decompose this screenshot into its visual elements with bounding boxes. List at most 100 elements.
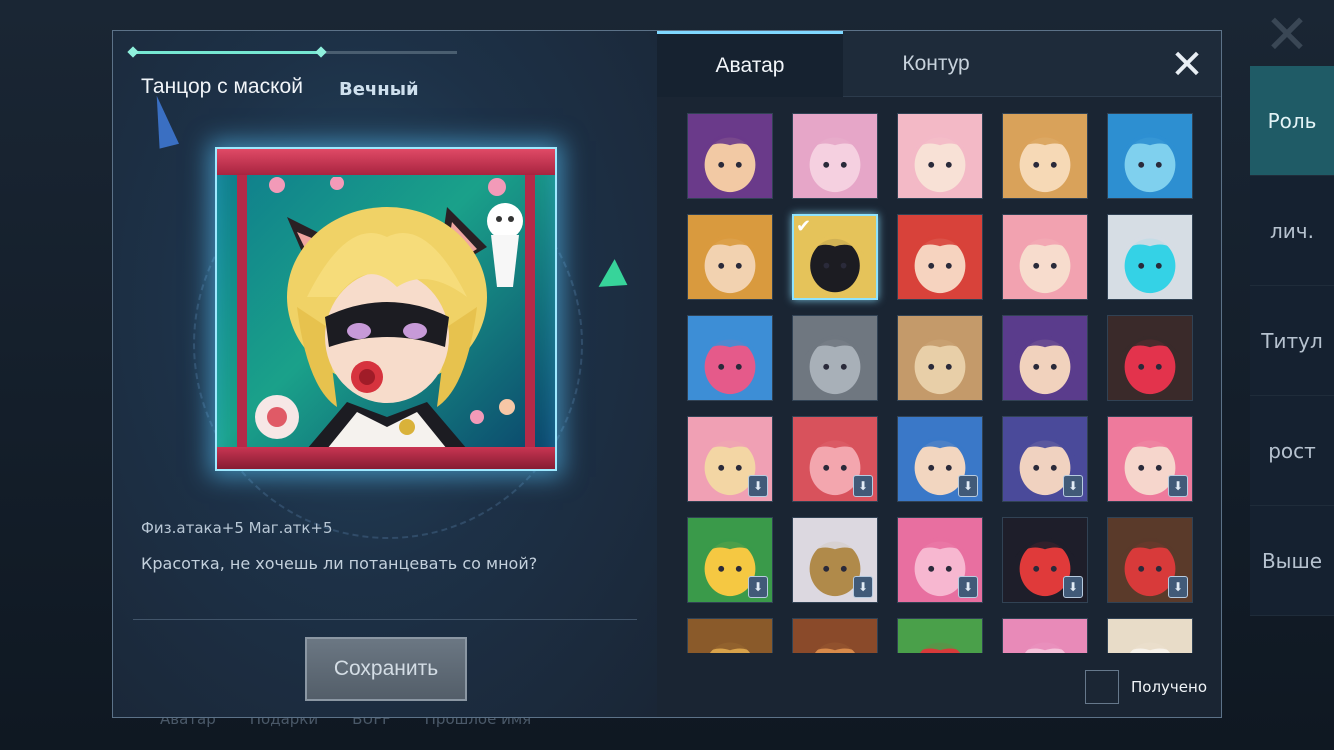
lock-icon: ⬇ xyxy=(1168,576,1188,598)
avatar-cell-pink-hair-girl[interactable] xyxy=(897,113,983,199)
avatar-cell-cat-donut[interactable]: ⬇ xyxy=(687,416,773,502)
avatar-preview-frame xyxy=(215,147,557,471)
avatar-cell-green-dino-bow[interactable] xyxy=(897,618,983,653)
avatar-cell-christmas-tree[interactable]: ⬇ xyxy=(687,517,773,603)
avatar-portrait xyxy=(898,619,982,653)
side-tab-title[interactable]: Титул xyxy=(1250,286,1334,396)
avatar-portrait xyxy=(1003,619,1087,653)
avatar-cell-crane-hair-girl[interactable]: ⬇ xyxy=(1002,517,1088,603)
avatar-portrait xyxy=(1108,114,1192,198)
side-tab-growth[interactable]: рост xyxy=(1250,396,1334,506)
masked-dancer-portrait xyxy=(255,177,523,449)
obtained-label: Получено xyxy=(1131,678,1207,696)
side-tab-label: Титул xyxy=(1261,328,1323,353)
save-button[interactable]: Сохранить xyxy=(305,637,467,701)
progress-fill xyxy=(131,51,321,54)
avatar-cell-blue-hood-girl[interactable] xyxy=(1107,113,1193,199)
avatar-portrait xyxy=(688,619,772,653)
avatar-portrait xyxy=(1003,114,1087,198)
obtained-filter: Получено xyxy=(1085,669,1207,705)
avatar-portrait xyxy=(898,215,982,299)
decor-triangle-blue xyxy=(147,93,179,149)
avatar-cell-white-hair-cyber[interactable] xyxy=(1107,214,1193,300)
tab-avatar[interactable]: Аватар xyxy=(657,31,843,97)
lock-icon: ⬇ xyxy=(748,576,768,598)
avatar-cell-indigo-hair-boy[interactable]: ⬇ xyxy=(1002,416,1088,502)
avatar-cell-red-hair-boy[interactable] xyxy=(897,214,983,300)
lock-icon: ⬇ xyxy=(853,475,873,497)
frame-base xyxy=(217,447,555,469)
skin-stats: Физ.атака+5 Маг.атк+5 xyxy=(141,519,333,537)
right-side-nav: Роль лич. Титул рост Выше xyxy=(1250,66,1334,626)
progress-line xyxy=(127,46,457,58)
lock-icon: ⬇ xyxy=(958,475,978,497)
avatar-cell-dark-hair-flower-girl[interactable] xyxy=(1107,315,1193,401)
avatar-cell-white-wolf-boy[interactable]: ⬇ xyxy=(792,517,878,603)
avatar-portrait xyxy=(898,114,982,198)
preview-panel: Танцор с маской Вечный Физ.атака+5 Маг.а… xyxy=(113,31,657,717)
lock-icon: ⬇ xyxy=(1063,576,1083,598)
avatar-cell-blonde-girl[interactable] xyxy=(1002,113,1088,199)
frame-roof xyxy=(217,149,555,175)
avatar-cell-blue-hair-visor-girl[interactable] xyxy=(687,315,773,401)
avatar-portrait xyxy=(1003,316,1087,400)
skin-name: Танцор с маской xyxy=(141,75,303,98)
lock-icon: ⬇ xyxy=(1063,475,1083,497)
tab-outline[interactable]: Контур xyxy=(843,31,1029,97)
avatar-cell-masked-dancer[interactable]: ✔ xyxy=(792,214,878,300)
avatar-portrait xyxy=(1108,316,1192,400)
progress-dot-start xyxy=(127,46,139,58)
decor-triangle-green xyxy=(598,259,636,299)
avatar-portrait xyxy=(793,316,877,400)
close-icon[interactable]: ✕ xyxy=(1167,45,1207,85)
side-tab-label: лич. xyxy=(1270,218,1314,243)
avatar-cell-purple-hair-boy[interactable] xyxy=(1002,315,1088,401)
avatar-modal: Танцор с маской Вечный Физ.атака+5 Маг.а… xyxy=(112,30,1222,718)
tabs-bar: Аватар Контур ✕ xyxy=(657,31,1221,97)
avatar-portrait xyxy=(898,316,982,400)
lock-icon: ⬇ xyxy=(1168,475,1188,497)
avatar-cell-duck-hat-boy[interactable] xyxy=(687,214,773,300)
avatar-cell-wolf-hat-2[interactable] xyxy=(792,618,878,653)
background-close-icon: ✕ xyxy=(1264,3,1310,66)
lock-icon: ⬇ xyxy=(958,576,978,598)
avatar-cell-blue-cat-boy[interactable]: ⬇ xyxy=(897,416,983,502)
divider xyxy=(133,619,637,620)
frame-post-left xyxy=(237,175,247,453)
side-tab-label: Роль xyxy=(1267,108,1317,133)
avatar-cell-pink-hair-sleep-girl[interactable]: ⬇ xyxy=(1107,416,1193,502)
avatar-portrait xyxy=(793,114,877,198)
side-tab-personal[interactable]: лич. xyxy=(1250,176,1334,286)
selected-check-icon: ✔ xyxy=(796,216,812,237)
side-tab-label: Выше xyxy=(1261,548,1323,573)
avatar-cell-taiyaki-fish[interactable]: ⬇ xyxy=(792,416,878,502)
avatar-cell-tan-bear[interactable] xyxy=(897,315,983,401)
lock-icon: ⬇ xyxy=(748,475,768,497)
avatar-cell-pink-blob[interactable] xyxy=(1002,618,1088,653)
side-tab-label: рост xyxy=(1268,438,1316,463)
side-tab-higher[interactable]: Выше xyxy=(1250,506,1334,616)
avatar-cell-pink-dino[interactable]: ⬇ xyxy=(897,517,983,603)
obtained-checkbox[interactable] xyxy=(1085,670,1119,704)
avatar-grid: ✔ ⬇ ⬇ ⬇ ⬇ ⬇ ⬇ ⬇ ⬇ ⬇ ⬇ xyxy=(687,113,1199,653)
avatar-portrait xyxy=(1108,215,1192,299)
avatar-portrait xyxy=(1108,619,1192,653)
avatar-portrait xyxy=(793,619,877,653)
avatar-cell-cream-cloud[interactable] xyxy=(1107,618,1193,653)
avatar-portrait xyxy=(688,215,772,299)
skin-rarity: Вечный xyxy=(339,79,419,100)
avatar-cell-purple-hair-girl[interactable] xyxy=(687,113,773,199)
avatar-cell-brown-hair-bow-girl[interactable]: ⬇ xyxy=(1107,517,1193,603)
avatar-portrait xyxy=(688,316,772,400)
lock-icon: ⬇ xyxy=(853,576,873,598)
avatar-portrait xyxy=(1003,215,1087,299)
avatar-cell-pink-hair-bun-girl[interactable] xyxy=(1002,214,1088,300)
avatar-cell-wolf-hat-1[interactable] xyxy=(687,618,773,653)
avatar-cell-grey-wolf[interactable] xyxy=(792,315,878,401)
selection-panel: Аватар Контур ✕ ✔ ⬇ ⬇ ⬇ ⬇ ⬇ ⬇ ⬇ ⬇ ⬇ ⬇ Получено xyxy=(657,31,1221,717)
skin-quote: Красотка, не хочешь ли потанцевать со мн… xyxy=(141,554,538,573)
avatar-cell-pink-dragon[interactable] xyxy=(792,113,878,199)
avatar-portrait xyxy=(688,114,772,198)
side-tab-role[interactable]: Роль xyxy=(1250,66,1334,176)
progress-dot-end xyxy=(315,46,327,58)
